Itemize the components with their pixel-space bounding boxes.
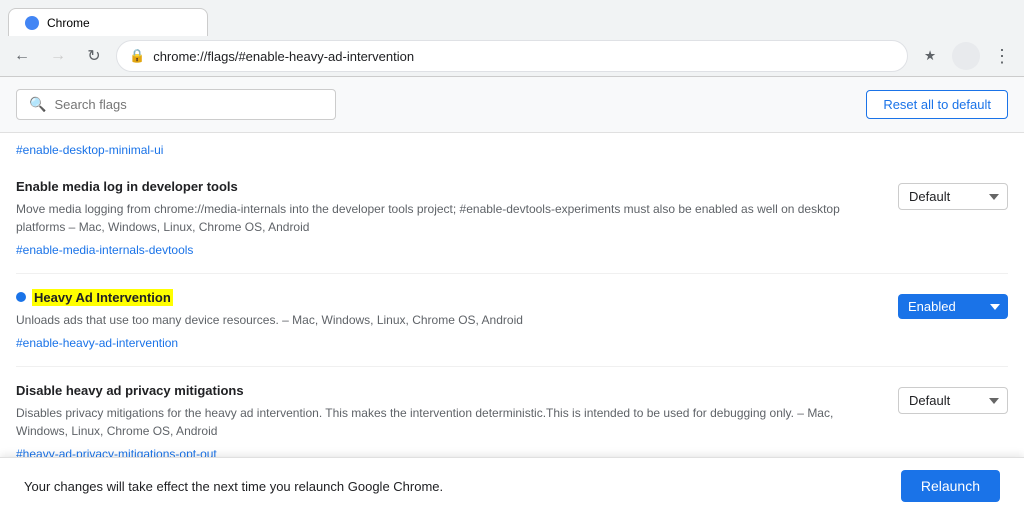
flag-indicator-heavy-ad — [16, 292, 26, 302]
flag-select-privacy-mitigations[interactable]: Default Enabled Disabled — [898, 387, 1008, 414]
flag-control-privacy-mitigations: Default Enabled Disabled — [898, 387, 1008, 414]
menu-button[interactable]: ⋮ — [988, 42, 1016, 70]
address-bar[interactable]: 🔒 chrome://flags/#enable-heavy-ad-interv… — [116, 40, 908, 72]
flag-item-heavy-ad: Heavy Ad Intervention Unloads ads that u… — [16, 274, 1008, 367]
search-input-wrapper: 🔍 — [16, 89, 336, 120]
flag-title-media-log: Enable media log in developer tools — [16, 179, 874, 194]
flag-title-text-heavy-ad: Heavy Ad Intervention — [32, 289, 173, 306]
lock-icon: 🔒 — [129, 48, 145, 64]
relaunch-button[interactable]: Relaunch — [901, 470, 1000, 502]
flag-info-heavy-ad: Heavy Ad Intervention Unloads ads that u… — [16, 290, 874, 350]
flag-desc-heavy-ad: Unloads ads that use too many device res… — [16, 311, 874, 329]
search-bar-area: 🔍 Reset all to default — [0, 77, 1024, 133]
reset-all-button[interactable]: Reset all to default — [866, 90, 1008, 119]
flag-item-privacy-mitigations: Disable heavy ad privacy mitigations Dis… — [16, 367, 1008, 457]
active-tab[interactable]: Chrome — [8, 8, 208, 36]
tab-bar: Chrome — [0, 0, 1024, 36]
flag-desc-media-log: Move media logging from chrome://media-i… — [16, 200, 874, 236]
flag-link-privacy-mitigations[interactable]: #heavy-ad-privacy-mitigations-opt-out — [16, 447, 217, 457]
search-icon: 🔍 — [29, 96, 46, 113]
profile-button[interactable] — [952, 42, 980, 70]
notification-text: Your changes will take effect the next t… — [24, 479, 443, 494]
flag-control-media-log: Default Enabled Disabled — [898, 183, 1008, 210]
flag-info-privacy-mitigations: Disable heavy ad privacy mitigations Dis… — [16, 383, 874, 457]
flag-info-media-log: Enable media log in developer tools Move… — [16, 179, 874, 257]
browser-chrome: Chrome ← → ↻ 🔒 chrome://flags/#enable-he… — [0, 0, 1024, 77]
bookmark-button[interactable]: ★ — [916, 42, 944, 70]
flags-list: #enable-desktop-minimal-ui Enable media … — [0, 133, 1024, 457]
tab-label: Chrome — [47, 16, 90, 30]
tab-favicon — [25, 16, 39, 30]
flag-control-heavy-ad: Enabled Default Disabled — [898, 294, 1008, 319]
search-input[interactable] — [54, 97, 323, 112]
flag-select-heavy-ad[interactable]: Enabled Default Disabled — [898, 294, 1008, 319]
flag-link-heavy-ad[interactable]: #enable-heavy-ad-intervention — [16, 336, 178, 350]
flag-link-media-log[interactable]: #enable-media-internals-devtools — [16, 243, 193, 257]
reload-button[interactable]: ↻ — [80, 42, 108, 70]
flag-title-heavy-ad: Heavy Ad Intervention — [32, 290, 173, 305]
back-button[interactable]: ← — [8, 42, 36, 70]
flags-page: 🔍 Reset all to default #enable-desktop-m… — [0, 77, 1024, 457]
flag-title-row-heavy-ad: Heavy Ad Intervention — [16, 290, 874, 311]
flag-desc-privacy-mitigations: Disables privacy mitigations for the hea… — [16, 404, 874, 440]
notification-bar: Your changes will take effect the next t… — [0, 457, 1024, 514]
flag-select-media-log[interactable]: Default Enabled Disabled — [898, 183, 1008, 210]
forward-button[interactable]: → — [44, 42, 72, 70]
url-text: chrome://flags/#enable-heavy-ad-interven… — [153, 49, 895, 64]
flag-item-media-log: Enable media log in developer tools Move… — [16, 163, 1008, 274]
flag-title-privacy-mitigations: Disable heavy ad privacy mitigations — [16, 383, 874, 398]
partial-link[interactable]: #enable-desktop-minimal-ui — [16, 133, 1008, 163]
nav-bar: ← → ↻ 🔒 chrome://flags/#enable-heavy-ad-… — [0, 36, 1024, 76]
